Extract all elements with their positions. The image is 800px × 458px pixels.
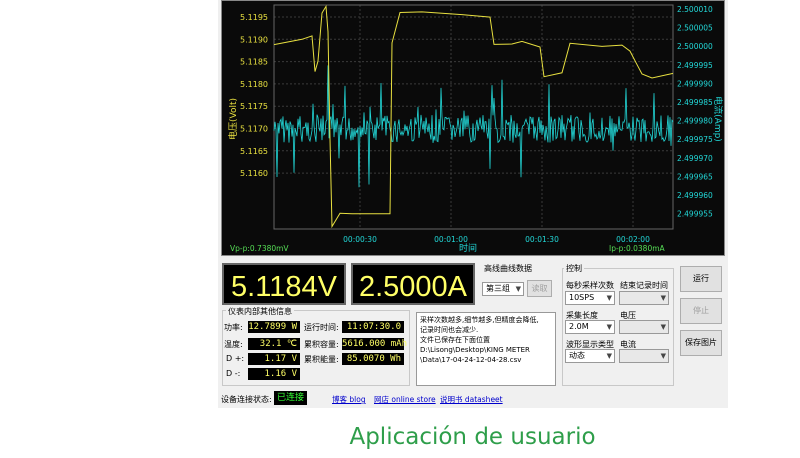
current-select[interactable]: ▼ [619, 349, 669, 363]
end-time-select[interactable]: ▼ [619, 291, 669, 305]
right-tick-label: 2.499980 [677, 117, 713, 126]
chevron-down-icon: ▼ [515, 285, 521, 293]
runtime-label: 运行时间: [304, 323, 339, 332]
dplus-value: 1.17 V [248, 353, 300, 365]
waveform-chart: 5.1195 5.1190 5.1185 5.1180 5.1175 5.1170 5.11… [221, 0, 725, 256]
left-tick-label: 5.1195 [240, 13, 268, 22]
run-button[interactable]: 运行 [680, 266, 722, 292]
read-button[interactable]: 读取 [527, 280, 552, 297]
time-tick-label: 00:01:30 [525, 235, 559, 244]
right-tick-label: 2.499970 [677, 154, 713, 163]
left-tick-label: 5.1190 [240, 35, 268, 44]
sample-rate-label: 每秒采样次数 [566, 281, 614, 290]
left-tick-label: 5.1180 [240, 80, 268, 89]
chevron-down-icon: ▼ [606, 352, 612, 360]
stop-button[interactable]: 停止 [680, 298, 722, 324]
dminus-label: D -: [226, 369, 241, 378]
right-tick-label: 2.500000 [677, 42, 713, 51]
left-tick-label: 5.1185 [240, 58, 268, 67]
conn-status-value: 已连接 [274, 391, 308, 405]
left-tick-label: 5.1160 [240, 169, 268, 178]
current-trace [273, 65, 674, 188]
right-tick-label: 2.500005 [677, 24, 713, 33]
right-tick-label: 2.499960 [677, 191, 713, 200]
right-tick-label: 2.499955 [677, 210, 713, 219]
caption: Aplicación de usuario [349, 424, 596, 450]
notes-line: 采样次数越多,细节越多,但精度会降低, [420, 316, 539, 324]
group-select[interactable]: 第三组 ▼ [482, 282, 524, 296]
dplus-label: D +: [226, 354, 245, 363]
group-select-value: 第三组 [486, 284, 510, 293]
capacity-value: 5616.000 mAh [342, 338, 408, 350]
waveform-svg: 5.1195 5.1190 5.1185 5.1180 5.1175 5.1170 5.11… [227, 4, 724, 254]
chevron-down-icon: ▼ [660, 294, 666, 302]
left-tick-label: 5.1170 [240, 125, 268, 134]
voltage-select[interactable]: ▼ [619, 320, 669, 334]
temp-value: 32.1 ℃ [248, 338, 300, 350]
left-tick-label: 5.1175 [240, 102, 268, 111]
save-image-button[interactable]: 保存图片 [680, 330, 722, 356]
plot-frame [273, 4, 674, 230]
temp-label: 温度: [224, 340, 243, 349]
right-tick-label: 2.499985 [677, 98, 713, 107]
power-value: 12.7899 W [248, 321, 300, 333]
dminus-value: 1.16 V [248, 368, 300, 380]
chevron-down-icon: ▼ [606, 294, 612, 302]
current-readout: 2.5000A [351, 263, 475, 305]
notes-line: \Data\17-04-24-12-04-28.csv [420, 356, 522, 364]
store-link[interactable]: 网店 online store [374, 394, 436, 405]
notes-line: 记录时间也会减少. [420, 326, 479, 334]
voltage-readout: 5.1184V [222, 263, 346, 305]
capacity-label: 累积容量: [304, 340, 339, 349]
voltage-trace [273, 4, 674, 229]
right-tick-label: 2.499995 [677, 61, 713, 70]
end-time-label: 结束记录时间 [620, 281, 668, 290]
curves-title: 高线曲线数据 [484, 264, 532, 273]
conn-status-label: 设备连接状态: [221, 395, 272, 404]
sample-len-select[interactable]: 2.0M ▼ [565, 320, 615, 334]
wave-type-value: 动态 [569, 351, 585, 360]
sample-len-value: 2.0M [569, 322, 589, 331]
info-title: 仪表内部其他信息 [226, 306, 294, 317]
energy-value: 85.0070 Wh [342, 353, 404, 365]
chevron-down-icon: ▼ [660, 352, 666, 360]
right-tick-label: 2.500010 [677, 5, 713, 14]
time-tick-label: 00:00:30 [343, 235, 377, 244]
energy-label: 累积能量: [304, 355, 339, 364]
wave-type-select[interactable]: 动态 ▼ [565, 349, 615, 363]
time-tick-label: 00:02:00 [616, 235, 650, 244]
runtime-value: 11:07:30.0 [342, 321, 404, 333]
time-tick-label: 00:01:00 [434, 235, 468, 244]
control-title: 控制 [564, 263, 584, 274]
blog-link[interactable]: 博客 blog [332, 394, 366, 405]
left-axis-label: 电压(Volt) [227, 98, 239, 140]
notes-line: D:\Lisong\Desktop\KING METER [420, 346, 530, 354]
datasheet-link[interactable]: 说明书 datasheet [440, 394, 503, 405]
right-tick-label: 2.499965 [677, 172, 713, 181]
notes-textbox[interactable]: 采样次数越多,细节越多,但精度会降低, 记录时间也会减少. 文件已保存在下面位置… [416, 312, 556, 386]
left-tick-label: 5.1165 [240, 147, 268, 156]
right-tick-label: 2.499975 [677, 135, 713, 144]
ipp-label: Ip-p:0.0380mA [609, 244, 666, 253]
sample-rate-value: 10SPS [569, 293, 595, 302]
right-tick-label: 2.499990 [677, 79, 713, 88]
notes-line: 文件已保存在下面位置 [420, 336, 490, 344]
power-label: 功率: [224, 323, 243, 332]
chevron-down-icon: ▼ [660, 323, 666, 331]
vpp-label: Vp-p:0.7380mV [230, 244, 289, 253]
king-meter-app: 5.1195 5.1190 5.1185 5.1180 5.1175 5.1170 5.11… [218, 0, 728, 408]
chevron-down-icon: ▼ [606, 323, 612, 331]
sample-rate-select[interactable]: 10SPS ▼ [565, 291, 615, 305]
x-axis-label: 时间 [459, 242, 477, 254]
right-axis-label: 电流(Amp) [712, 96, 724, 142]
chart-area: 5.1195 5.1190 5.1185 5.1180 5.1175 5.1170 5.11… [218, 0, 728, 258]
